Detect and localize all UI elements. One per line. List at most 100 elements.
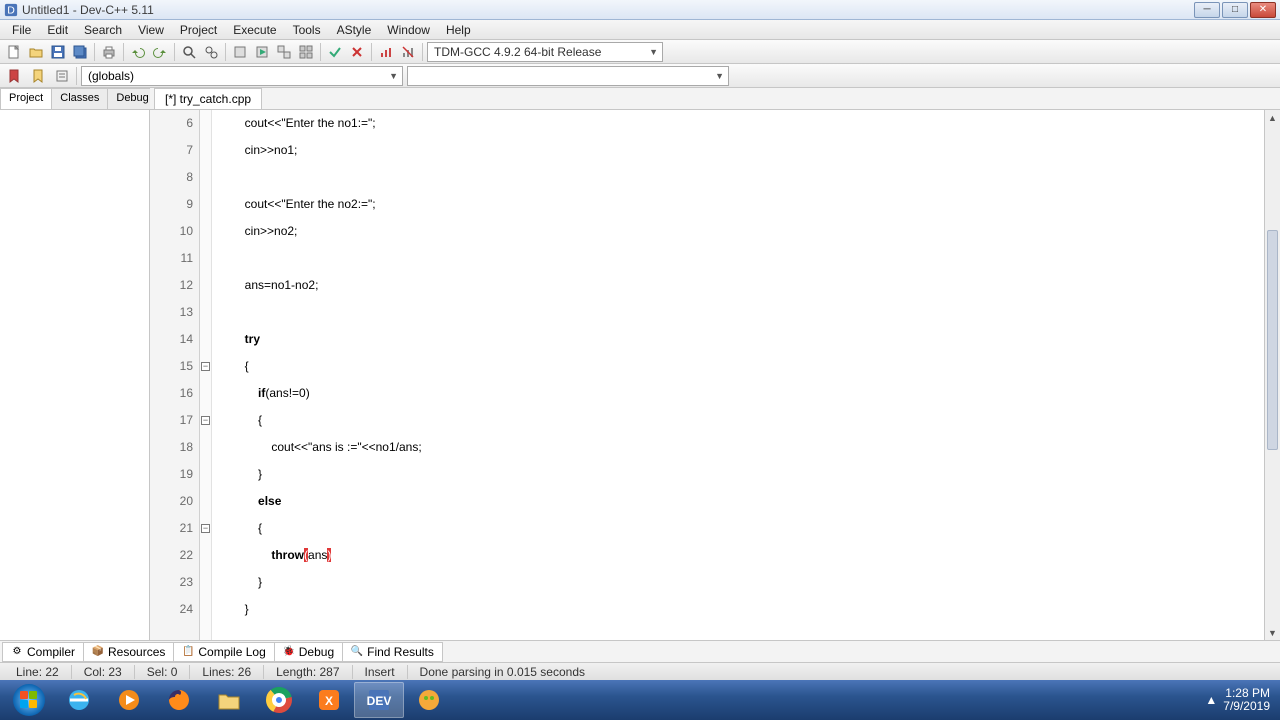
- scrollbar-thumb[interactable]: [1267, 230, 1278, 450]
- menu-view[interactable]: View: [130, 21, 172, 39]
- taskbar-devcpp-icon[interactable]: DEV: [354, 682, 404, 718]
- taskbar-firefox-icon[interactable]: [154, 682, 204, 718]
- system-tray[interactable]: ▲ 1:28 PM 7/9/2019: [1199, 687, 1276, 713]
- side-panel-body: [0, 110, 149, 640]
- taskbar-ie-icon[interactable]: [54, 682, 104, 718]
- editor-tab[interactable]: [*] try_catch.cpp: [154, 88, 262, 109]
- menu-astyle[interactable]: AStyle: [329, 21, 380, 39]
- taskbar-explorer-icon[interactable]: [204, 682, 254, 718]
- replace-icon[interactable]: [201, 42, 221, 62]
- menu-window[interactable]: Window: [379, 21, 438, 39]
- undo-icon[interactable]: [128, 42, 148, 62]
- debug-stop-icon[interactable]: [347, 42, 367, 62]
- member-combo[interactable]: ▼: [407, 66, 729, 86]
- menubar: FileEditSearchViewProjectExecuteToolsASt…: [0, 20, 1280, 40]
- compiler-combo[interactable]: TDM-GCC 4.9.2 64-bit Release ▼: [427, 42, 663, 62]
- run-icon[interactable]: [252, 42, 272, 62]
- maximize-button[interactable]: □: [1222, 2, 1248, 18]
- svg-text:D: D: [7, 4, 15, 16]
- side-tabstrip: ProjectClassesDebug: [0, 88, 149, 110]
- compile-run-icon[interactable]: [274, 42, 294, 62]
- bottom-tab-icon: 🔍: [351, 646, 363, 658]
- bottom-tab-resources[interactable]: 📦 Resources: [83, 642, 174, 662]
- side-panel: ProjectClassesDebug: [0, 88, 150, 640]
- debug-check-icon[interactable]: [325, 42, 345, 62]
- bottom-tab-icon: 📦: [92, 646, 104, 658]
- find-icon[interactable]: [179, 42, 199, 62]
- bottom-tabstrip: ⚙ Compiler 📦 Resources 📋Compile Log🐞Debug 🔍 Fi…: [0, 640, 1280, 662]
- window-title: Untitled1 - Dev-C++ 5.11: [22, 3, 1192, 17]
- tray-clock: 1:28 PM 7/9/2019: [1223, 687, 1270, 713]
- vertical-scrollbar[interactable]: ▲ ▼: [1264, 110, 1280, 640]
- side-tab-classes[interactable]: Classes: [51, 88, 108, 109]
- chevron-down-icon: ▼: [649, 47, 658, 57]
- code-editor[interactable]: 6789101112131415161718192021222324 −−− c…: [150, 110, 1280, 640]
- taskbar-other-icon[interactable]: [404, 682, 454, 718]
- scroll-up-icon[interactable]: ▲: [1265, 110, 1280, 125]
- editor-tabstrip: [*] try_catch.cpp: [150, 88, 1280, 110]
- side-tab-project[interactable]: Project: [0, 88, 52, 109]
- rebuild-icon[interactable]: [296, 42, 316, 62]
- status-message: Done parsing in 0.015 seconds: [408, 665, 1276, 679]
- save-all-icon[interactable]: [70, 42, 90, 62]
- new-file-icon[interactable]: [4, 42, 24, 62]
- goto-line-icon[interactable]: [52, 66, 72, 86]
- bottom-tab-find-results[interactable]: 🔍 Find Results: [342, 642, 443, 662]
- tray-flag-icon: ▲: [1205, 693, 1217, 707]
- editor-tab-label: [*] try_catch.cpp: [165, 92, 251, 106]
- menu-project[interactable]: Project: [172, 21, 225, 39]
- minimize-button[interactable]: ─: [1194, 2, 1220, 18]
- bottom-tab-icon: 🐞: [283, 646, 295, 658]
- compile-icon[interactable]: [230, 42, 250, 62]
- taskbar-xampp-icon[interactable]: X: [304, 682, 354, 718]
- bottom-tab-compiler[interactable]: ⚙ Compiler: [2, 642, 84, 662]
- menu-help[interactable]: Help: [438, 21, 479, 39]
- menu-file[interactable]: File: [4, 21, 39, 39]
- scroll-down-icon[interactable]: ▼: [1265, 625, 1280, 640]
- compiler-combo-value: TDM-GCC 4.9.2 64-bit Release: [434, 45, 601, 59]
- code-content[interactable]: cout<<"Enter the no1:="; cin>>no1; cout<…: [212, 110, 1264, 640]
- menu-tools[interactable]: Tools: [285, 21, 329, 39]
- taskbar-chrome-icon[interactable]: [254, 682, 304, 718]
- titlebar: D Untitled1 - Dev-C++ 5.11 ─ □ ✕: [0, 0, 1280, 20]
- menu-execute[interactable]: Execute: [225, 21, 284, 39]
- bottom-tab-icon: 📋: [182, 646, 194, 658]
- main-toolbar: TDM-GCC 4.9.2 64-bit Release ▼: [0, 40, 1280, 64]
- taskbar-wmp-icon[interactable]: [104, 682, 154, 718]
- bottom-tab-icon: ⚙: [11, 646, 23, 658]
- app-icon: D: [4, 3, 18, 17]
- menu-edit[interactable]: Edit: [39, 21, 76, 39]
- goto-bookmark-icon[interactable]: [4, 66, 24, 86]
- chevron-down-icon: ▼: [389, 71, 398, 81]
- bottom-tab-compile-log[interactable]: 📋Compile Log: [173, 642, 274, 662]
- bottom-tab-debug[interactable]: 🐞Debug: [274, 642, 343, 662]
- delete-profile-icon[interactable]: [398, 42, 418, 62]
- status-col: Col: 23: [72, 665, 135, 679]
- menu-search[interactable]: Search: [76, 21, 130, 39]
- chevron-down-icon: ▼: [715, 71, 724, 81]
- toggle-bookmark-icon[interactable]: [28, 66, 48, 86]
- fold-column: −−−: [200, 110, 212, 640]
- start-button[interactable]: [4, 682, 54, 718]
- redo-icon[interactable]: [150, 42, 170, 62]
- print-icon[interactable]: [99, 42, 119, 62]
- bottom-tab-label: Resources: [108, 645, 165, 659]
- line-number-gutter: 6789101112131415161718192021222324: [150, 110, 200, 640]
- bottom-tab-label: Find Results: [367, 645, 434, 659]
- open-file-icon[interactable]: [26, 42, 46, 62]
- workspace: ProjectClassesDebug [*] try_catch.cpp 67…: [0, 88, 1280, 640]
- status-lines: Lines: 26: [190, 665, 264, 679]
- scope-combo[interactable]: (globals) ▼: [81, 66, 403, 86]
- close-button[interactable]: ✕: [1250, 2, 1276, 18]
- status-sel: Sel: 0: [135, 665, 191, 679]
- scope-combo-value: (globals): [88, 69, 134, 83]
- secondary-toolbar: (globals) ▼ ▼: [0, 64, 1280, 88]
- profile-icon[interactable]: [376, 42, 396, 62]
- save-icon[interactable]: [48, 42, 68, 62]
- bottom-tab-label: Compiler: [27, 645, 75, 659]
- statusbar: Line: 22 Col: 23 Sel: 0 Lines: 26 Length…: [0, 662, 1280, 680]
- svg-text:X: X: [325, 694, 333, 708]
- taskbar: X DEV ▲ 1:28 PM 7/9/2019: [0, 680, 1280, 720]
- svg-text:DEV: DEV: [367, 694, 392, 708]
- status-length: Length: 287: [264, 665, 352, 679]
